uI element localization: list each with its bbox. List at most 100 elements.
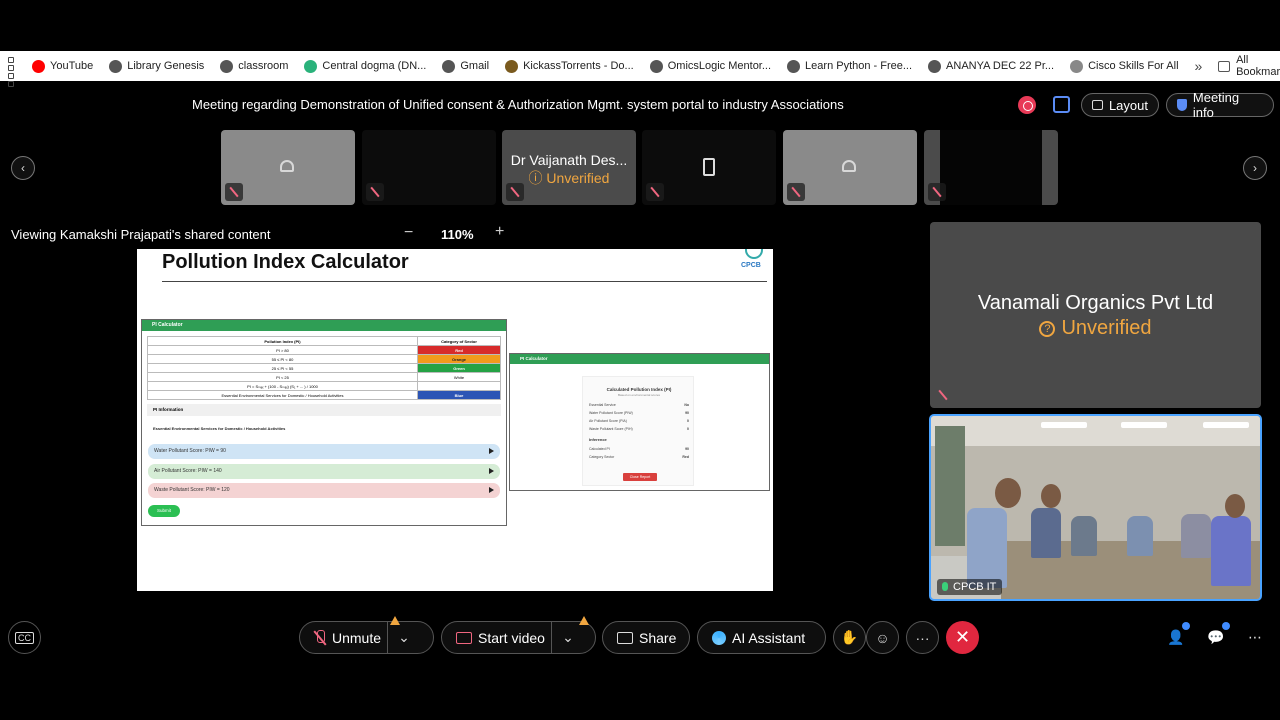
bookmark-label: classroom bbox=[238, 60, 289, 72]
bookmark-favicon-icon bbox=[220, 59, 234, 73]
calc-row-value: Red bbox=[682, 455, 689, 459]
layout-label: Layout bbox=[1108, 97, 1148, 113]
calc-row: Air Pollutant Score (PIA) 0 bbox=[589, 419, 689, 425]
bookmark-item[interactable]: Learn Python - Free... bbox=[787, 59, 912, 73]
bookmark-item[interactable]: Library Genesis bbox=[109, 59, 204, 73]
share-button[interactable]: Share bbox=[602, 621, 690, 654]
layout-icon bbox=[1092, 100, 1103, 110]
video-tile-cpcb-it[interactable]: CPCB IT bbox=[929, 414, 1262, 601]
participant-tile-2[interactable] bbox=[362, 130, 496, 205]
all-bookmarks-button[interactable]: All Bookmarks bbox=[1218, 54, 1280, 78]
air-score-label: Air Pollutant Score: PIW = 140 bbox=[154, 468, 222, 474]
calc-row-value: 90 bbox=[685, 411, 689, 415]
participants-icon[interactable]: 👤 bbox=[1167, 629, 1184, 645]
calc-row: Category Sector Red bbox=[589, 455, 689, 461]
person-figure bbox=[967, 508, 1007, 588]
mic-muted-icon bbox=[787, 183, 805, 201]
shield-icon bbox=[1177, 99, 1187, 111]
add-app-icon[interactable] bbox=[1053, 96, 1070, 113]
ai-assistant-button[interactable]: AI Assistant bbox=[697, 621, 826, 654]
meeting-info-label: Meeting info bbox=[1192, 90, 1240, 120]
bookmark-item[interactable]: Gmail bbox=[442, 59, 490, 73]
start-video-button[interactable]: Start video bbox=[472, 630, 551, 646]
bookmark-favicon-icon bbox=[32, 59, 45, 73]
filmstrip-prev-button[interactable]: ‹ bbox=[11, 156, 35, 180]
calc-row-label: Essential Service bbox=[589, 403, 616, 407]
calc-row: Water Pollutant Score (PIW) 90 bbox=[589, 411, 689, 417]
reactions-button[interactable]: ☺ bbox=[866, 621, 899, 654]
ceiling-light bbox=[1121, 422, 1167, 428]
bookmark-item[interactable]: YouTube bbox=[32, 59, 93, 73]
calc-row-value: No bbox=[684, 403, 689, 407]
bookmark-label: OmicsLogic Mentor... bbox=[667, 60, 772, 72]
bookmarks-bar: YouTube Library Genesis classroom Central d… bbox=[0, 51, 1280, 87]
category-cell: Orange bbox=[417, 354, 501, 364]
water-score-row[interactable]: Water Pollutant Score: PIW = 90 bbox=[148, 444, 500, 459]
layout-button[interactable]: Layout bbox=[1081, 93, 1159, 117]
calc-row: Calculated PI 90 bbox=[589, 447, 689, 453]
bookmark-favicon-icon bbox=[649, 59, 663, 73]
participant-tile-3[interactable]: Dr Vaijanath Des... ⓘ Unverified bbox=[502, 130, 636, 205]
person-figure bbox=[1211, 516, 1251, 586]
table-row: PI < 25 White bbox=[147, 372, 501, 382]
raise-hand-button[interactable]: ✋ bbox=[833, 621, 866, 654]
calc-row-value: 0 bbox=[687, 427, 689, 431]
avatar-placeholder-icon bbox=[280, 160, 294, 172]
more-options-button[interactable]: ··· bbox=[906, 621, 939, 654]
bookmark-label: Gmail bbox=[460, 60, 490, 72]
active-participant-card[interactable]: Vanamali Organics Pvt Ltd ? Unverified bbox=[930, 222, 1261, 408]
slide-title: Pollution Index Calculator bbox=[162, 251, 409, 273]
expand-arrow-icon bbox=[489, 487, 494, 493]
warning-icon bbox=[579, 616, 589, 625]
recording-icon[interactable] bbox=[1018, 96, 1036, 114]
filmstrip-next-button[interactable]: › bbox=[1243, 156, 1267, 180]
bookmarks-more-icon[interactable]: » bbox=[1195, 58, 1203, 74]
table-row: 55 ≤ PI < 80 Orange bbox=[147, 354, 501, 364]
participant-tile-1[interactable] bbox=[221, 130, 355, 205]
participant-tile-4[interactable] bbox=[642, 130, 776, 205]
water-score-label: Water Pollutant Score: PIW = 90 bbox=[154, 448, 226, 454]
table-row: Essential Environmental Services for Dom… bbox=[147, 390, 501, 400]
ceiling-light bbox=[1041, 422, 1087, 428]
captions-button[interactable]: CC bbox=[8, 621, 41, 654]
mic-muted-icon bbox=[366, 183, 384, 201]
zoom-out-button[interactable]: − bbox=[404, 224, 413, 242]
more-panels-icon[interactable]: ⋯ bbox=[1248, 629, 1264, 645]
unmute-button[interactable]: Unmute bbox=[326, 630, 387, 646]
unmute-control: Unmute ⌄ bbox=[299, 616, 434, 654]
participant-status: ? Unverified bbox=[930, 317, 1261, 340]
bookmark-label: Central dogma (DN... bbox=[322, 60, 427, 72]
leaf-icon bbox=[745, 249, 763, 259]
all-bookmarks-label: All Bookmarks bbox=[1236, 54, 1280, 78]
pi-range-cell: PI = Sₘₐₓ + (100 - Sₘₐₓ) (S₁ + ... ) / 1… bbox=[147, 381, 418, 391]
zoom-in-button[interactable]: + bbox=[495, 223, 504, 241]
bookmark-item[interactable]: Cisco Skills For All bbox=[1070, 59, 1179, 73]
bookmark-item[interactable]: classroom bbox=[220, 59, 289, 73]
bookmark-item[interactable]: Central dogma (DN... bbox=[304, 59, 427, 73]
pi-range-cell: 25 ≤ PI < 55 bbox=[147, 363, 418, 373]
pi-category-table: Pollution Index (PI) Category of Sector … bbox=[147, 336, 501, 400]
person-head bbox=[1041, 484, 1061, 508]
bookmark-item[interactable]: OmicsLogic Mentor... bbox=[649, 59, 772, 73]
bookmark-item[interactable]: ANANYA DEC 22 Pr... bbox=[928, 59, 1054, 73]
waste-score-label: Waste Pollutant Score: PIW = 120 bbox=[154, 487, 230, 493]
submit-button[interactable]: Submit bbox=[148, 505, 180, 517]
person-figure bbox=[1071, 516, 1097, 556]
close-report-button[interactable]: Close Report bbox=[623, 473, 657, 481]
air-score-row[interactable]: Air Pollutant Score: PIW = 140 bbox=[148, 464, 500, 479]
apps-grid-icon[interactable] bbox=[8, 57, 14, 87]
captions-label: CC bbox=[15, 631, 34, 644]
participant-tile-5[interactable] bbox=[783, 130, 917, 205]
chat-icon[interactable]: 💬 bbox=[1207, 629, 1224, 645]
bookmark-favicon-icon bbox=[928, 59, 942, 73]
waste-score-row[interactable]: Waste Pollutant Score: PIW = 120 bbox=[148, 483, 500, 498]
video-options-chevron-icon[interactable]: ⌄ bbox=[552, 629, 584, 646]
folder-icon bbox=[1218, 60, 1231, 72]
expand-arrow-icon bbox=[489, 448, 494, 454]
bookmark-item[interactable]: KickassTorrents - Do... bbox=[505, 59, 634, 73]
participant-tile-6[interactable] bbox=[924, 130, 1058, 205]
leave-meeting-button[interactable]: ✕ bbox=[946, 621, 979, 654]
calc-row-value: 0 bbox=[687, 419, 689, 423]
meeting-info-button[interactable]: Meeting info bbox=[1166, 90, 1274, 120]
audio-options-chevron-icon[interactable]: ⌄ bbox=[388, 629, 420, 646]
